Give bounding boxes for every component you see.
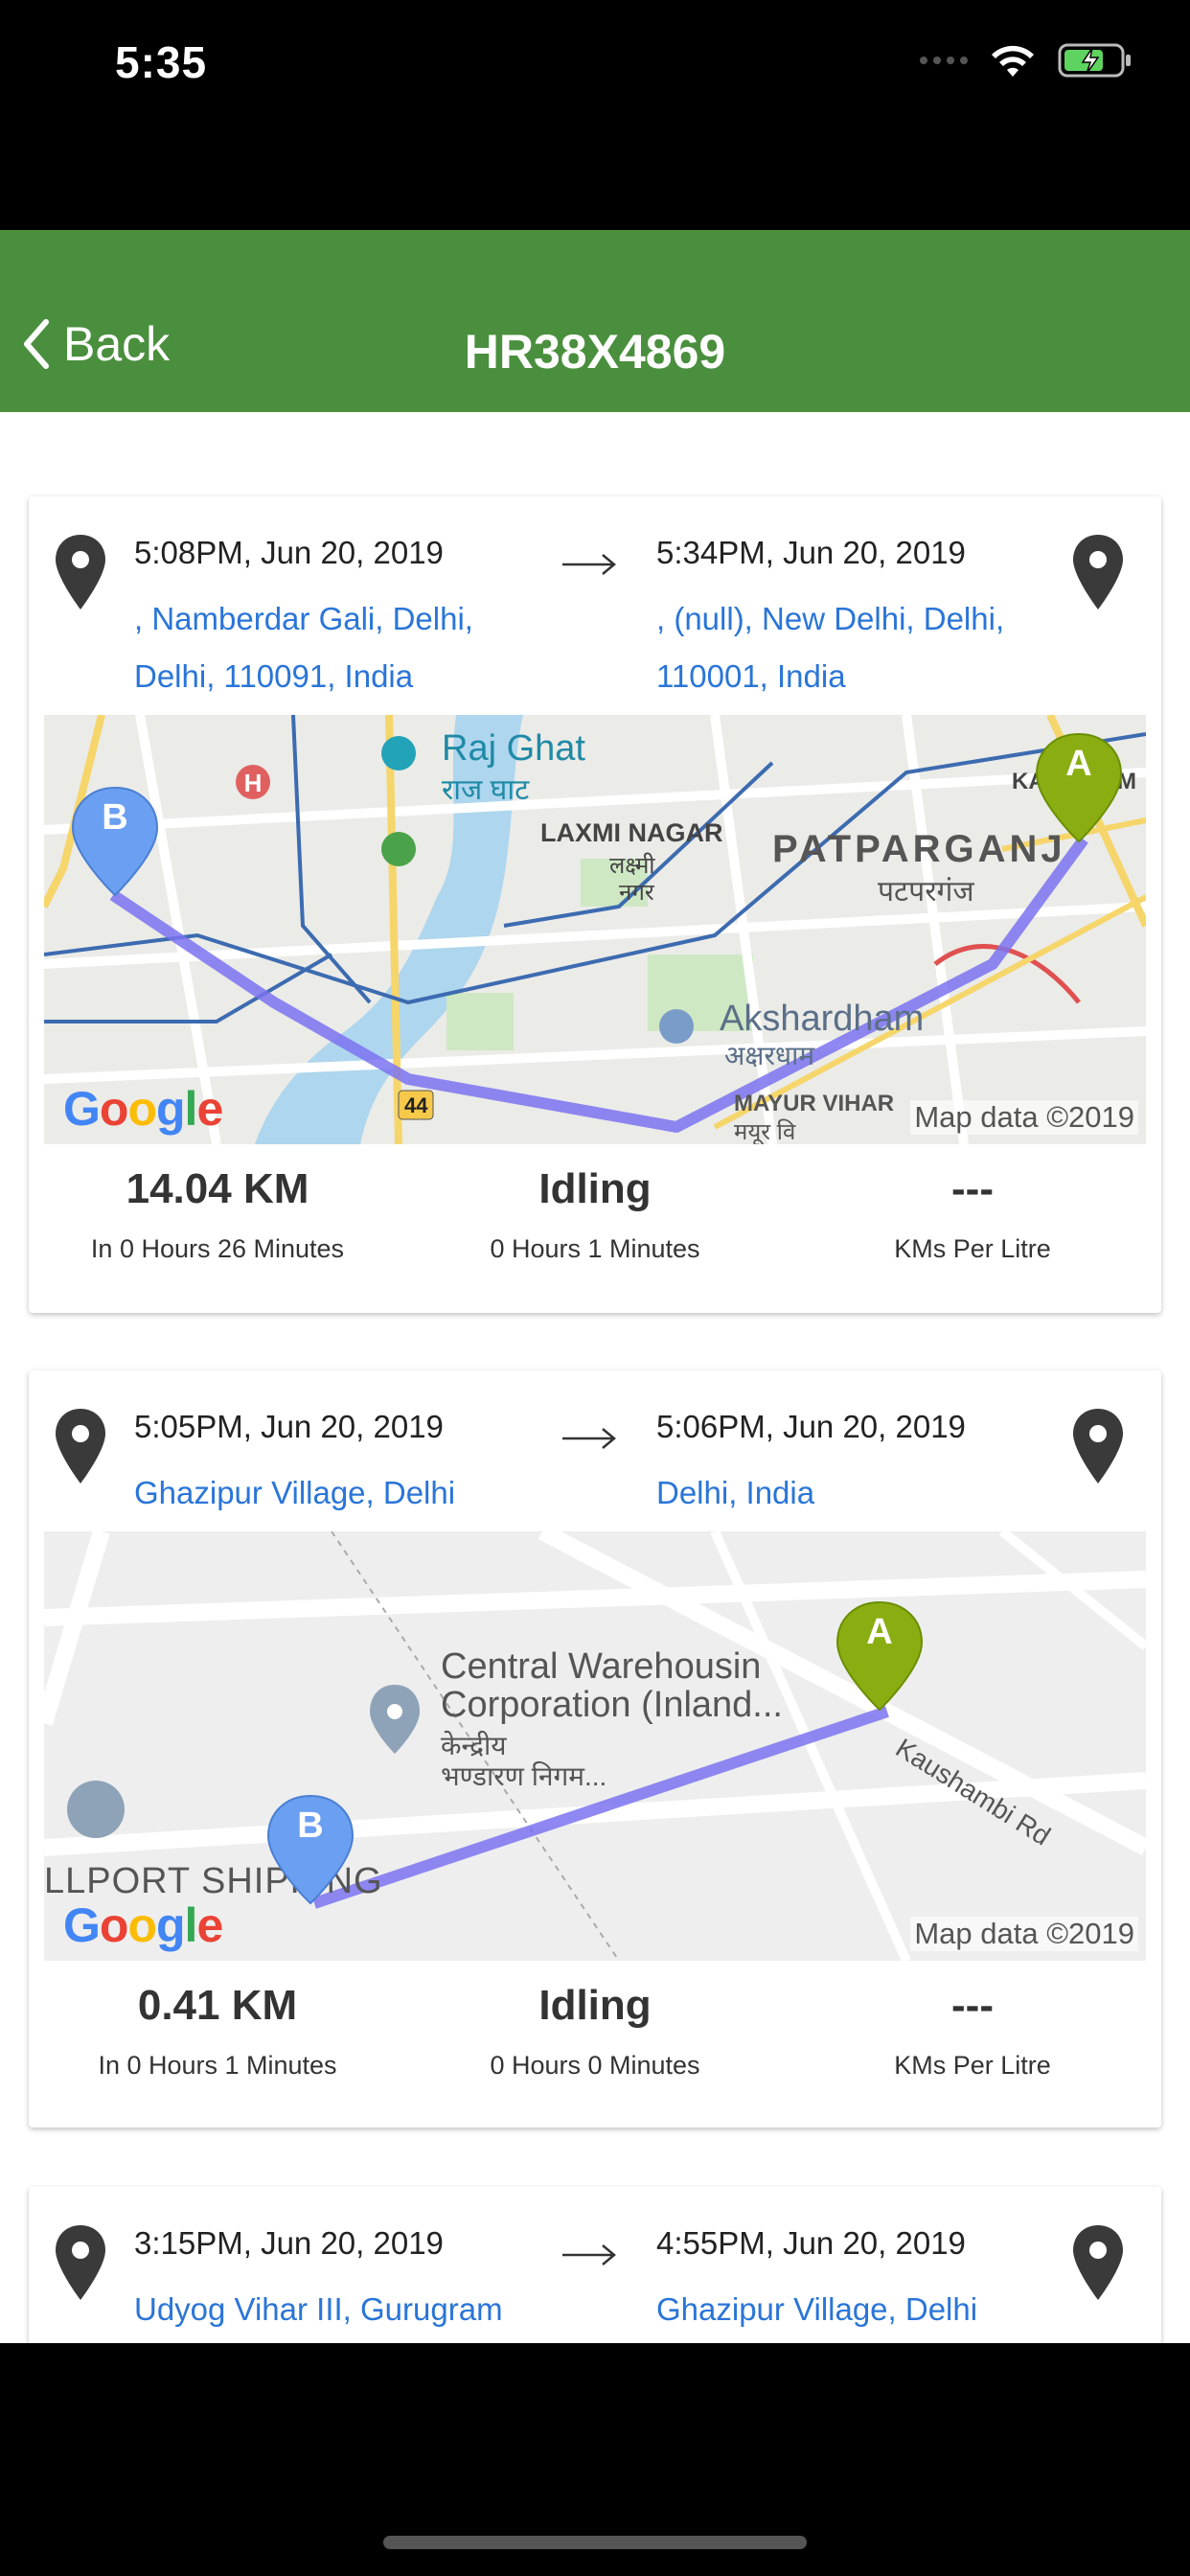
idling-time: 0 Hours 1 Minutes (490, 1234, 700, 1263)
map-label-raj-ghat: Raj Ghat (442, 728, 585, 769)
map-label-akshardham-hi: अक्षरधाम (724, 1041, 815, 1070)
map-attribution: Map data ©2019 (910, 1917, 1138, 1951)
trip-card[interactable]: 3:15PM, Jun 20, 2019 Udyog Vihar III, Gu… (29, 2187, 1161, 2343)
start-address[interactable]: Udyog Vihar III, Gurugram (134, 2281, 517, 2338)
start-location-pin-icon (56, 535, 105, 610)
arrow-right-icon (562, 1428, 616, 1449)
map-label-central-warehousing: Central Warehousin (441, 1646, 762, 1687)
route-map[interactable]: H Raj Ghat राज घाट LAXMI NAGAR लक्ष्मी न… (44, 715, 1146, 1144)
start-marker-label: A (1065, 744, 1092, 784)
map-label-nagar-hi: नगर (619, 880, 654, 906)
map-label-corporation: Corporation (Inland... (441, 1685, 783, 1725)
mileage-stat: --- KMs Per Litre (784, 1982, 1161, 2081)
mileage-value: --- (951, 1165, 994, 1212)
start-location-pin-icon (56, 2225, 105, 2300)
mileage-value: --- (951, 1982, 994, 2029)
end-time: 5:06PM, Jun 20, 2019 (656, 1409, 966, 1444)
start-address[interactable]: Ghazipur Village, Delhi (134, 1464, 517, 1522)
google-logo: Google (63, 1898, 223, 1952)
distance-value: 14.04 KM (126, 1165, 309, 1212)
map-label-bhandaran-hi: भण्डारण निगम... (441, 1761, 607, 1791)
distance-stat: 0.41 KM In 0 Hours 1 Minutes (29, 1982, 406, 2081)
distance-value: 0.41 KM (137, 1982, 298, 2029)
end-location-pin-icon (1073, 2225, 1123, 2300)
end-location-pin-icon (1073, 1409, 1123, 1484)
trip-card[interactable]: 5:08PM, Jun 20, 2019 , Namberdar Gali, D… (29, 496, 1161, 1313)
app-header (0, 230, 1190, 412)
svg-text:H: H (244, 769, 263, 797)
wifi-icon (992, 45, 1034, 77)
map-label-patparganj: PATPARGANJ (772, 828, 1066, 870)
map-attribution: Map data ©2019 (910, 1100, 1138, 1135)
map-canvas: H (44, 715, 1146, 1144)
mileage-stat: --- KMs Per Litre (784, 1165, 1161, 1264)
end-address[interactable]: Ghazipur Village, Delhi (656, 2281, 1040, 2338)
end-marker-label: B (297, 1806, 324, 1846)
start-marker-label: A (866, 1612, 893, 1652)
map-label-akshardham: Akshardham (720, 999, 925, 1039)
idling-label: Idling (538, 1982, 652, 2029)
start-time: 5:05PM, Jun 20, 2019 (134, 1409, 444, 1444)
google-logo: Google (63, 1082, 223, 1136)
map-label-raj-ghat-hi: राज घाट (442, 774, 530, 806)
trip-stats: 0.41 KM In 0 Hours 1 Minutes Idling 0 Ho… (29, 1982, 1161, 2116)
battery-charging-icon (1058, 43, 1131, 78)
trip-stats: 14.04 KM In 0 Hours 26 Minutes Idling 0 … (29, 1165, 1161, 1300)
end-address[interactable]: Delhi, India (656, 1464, 1040, 1522)
end-location-pin-icon (1073, 535, 1123, 610)
start-address[interactable]: , Namberdar Gali, Delhi, Delhi, 110091, … (134, 590, 517, 705)
trip-card[interactable]: 5:05PM, Jun 20, 2019 Ghazipur Village, D… (29, 1370, 1161, 2128)
map-label-mayur-vihar: MAYUR VIHAR (734, 1091, 895, 1116)
mileage-label: KMs Per Litre (894, 1234, 1051, 1263)
start-location-pin-icon (56, 1409, 105, 1484)
arrow-right-icon (562, 554, 616, 575)
duration-value: In 0 Hours 1 Minutes (98, 2051, 337, 2080)
status-icons (920, 42, 1133, 79)
end-address[interactable]: , (null), New Delhi, Delhi, 110001, Indi… (656, 590, 1040, 705)
arrow-right-icon (562, 2244, 616, 2266)
cellular-signal-icon (920, 57, 968, 64)
map-label-laxmi-nagar: LAXMI NAGAR (540, 818, 723, 847)
idling-stat: Idling 0 Hours 1 Minutes (406, 1165, 784, 1264)
end-time: 5:34PM, Jun 20, 2019 (656, 535, 966, 570)
trip-list[interactable]: 5:08PM, Jun 20, 2019 , Namberdar Gali, D… (0, 412, 1190, 2343)
map-label-mayur-hi: मयूर वि (734, 1119, 796, 1144)
mileage-label: KMs Per Litre (894, 2051, 1051, 2080)
status-time: 5:35 (115, 37, 208, 87)
route-map[interactable]: Central Warehousin Corporation (Inland..… (44, 1531, 1146, 1961)
end-time: 4:55PM, Jun 20, 2019 (656, 2225, 966, 2261)
distance-stat: 14.04 KM In 0 Hours 26 Minutes (29, 1165, 406, 1264)
page-title: HR38X4869 (464, 325, 726, 379)
idling-stat: Idling 0 Hours 0 Minutes (406, 1982, 784, 2081)
start-time: 3:15PM, Jun 20, 2019 (134, 2225, 444, 2261)
idling-time: 0 Hours 0 Minutes (490, 2051, 700, 2080)
start-time: 5:08PM, Jun 20, 2019 (134, 535, 444, 570)
map-label-patparganj-hi: पटपरगंज (878, 876, 974, 908)
duration-value: In 0 Hours 26 Minutes (90, 1234, 345, 1263)
idling-label: Idling (538, 1165, 652, 1212)
map-label-highway-44: 44 (404, 1093, 428, 1117)
end-marker-label: B (102, 797, 128, 838)
home-indicator[interactable] (383, 2536, 807, 2549)
status-bar: 5:35 (0, 0, 1190, 134)
